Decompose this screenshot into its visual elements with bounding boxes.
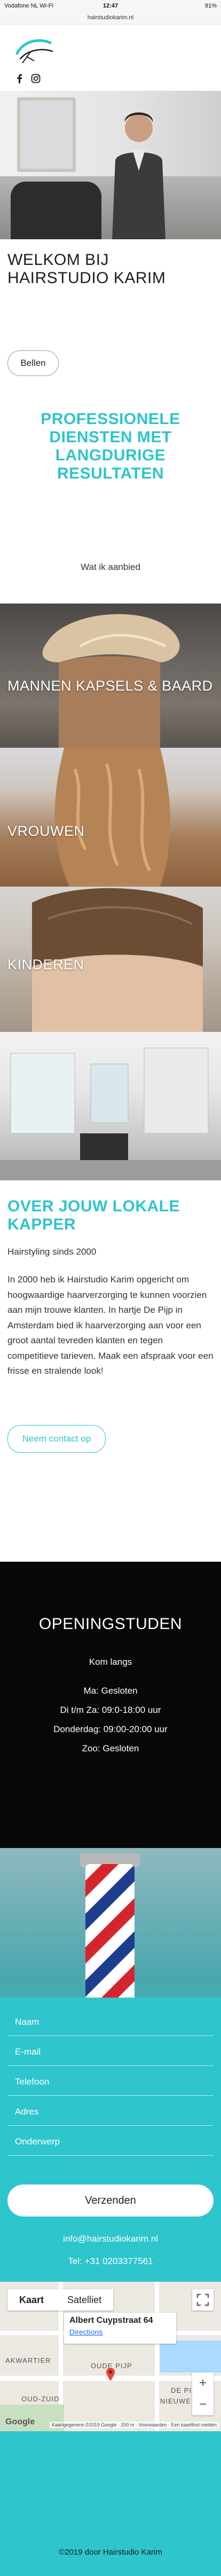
map-place-name: Albert Cuypstraat 64 <box>69 2316 153 2325</box>
map-road <box>155 2282 159 2431</box>
opening-hours-section: OPENINGSTUDEN Kom langs Ma: Gesloten Di … <box>0 1562 221 1848</box>
about-title: OVER JOUW LOKALE KAPPER <box>7 1197 180 1233</box>
hours-title: OPENINGSTUDEN <box>38 1615 183 1633</box>
welcome-title: WELKOM BIJ HAIRSTUDIO KARIM <box>7 251 166 287</box>
map-pin-icon[interactable] <box>106 2367 115 2381</box>
submit-button[interactable]: Verzenden <box>7 2184 214 2217</box>
hero-image <box>0 91 221 239</box>
battery-label: 81% <box>204 3 217 9</box>
hero-chair <box>11 182 101 239</box>
url-text: hairstudiokarim.nl <box>87 14 134 21</box>
women-hair-illustration <box>54 748 170 887</box>
map-label-oud-zuid: OUD-ZUID <box>21 2395 60 2403</box>
map-water <box>160 2340 221 2373</box>
map-label-akwartier: AKWARTIER <box>5 2356 51 2364</box>
phone-field-placeholder: Telefoon <box>15 2077 50 2087</box>
service-label-women: VROUWEN <box>7 823 85 839</box>
hours-line-sunday: Zoo: Gesloten <box>82 1743 139 1753</box>
footer-copyright: ©2019 door Hairstudio Karim <box>59 2548 162 2557</box>
zoom-out-icon[interactable]: − <box>192 2394 214 2415</box>
subject-field-placeholder: Onderwerp <box>15 2136 60 2147</box>
contact-email-link[interactable]: info@hairstudiokarim.nl <box>0 2234 221 2244</box>
name-field-placeholder: Naam <box>15 2017 40 2027</box>
service-label-kids: KINDEREN <box>7 957 84 973</box>
salon-interior-image <box>0 1032 221 1180</box>
map-zoom-controls: + − <box>192 2373 214 2415</box>
map-directions-link[interactable]: Directions <box>69 2328 171 2336</box>
service-tile-men[interactable]: MANNEN KAPSELS & BAARD <box>0 604 221 748</box>
google-logo: Google <box>5 2417 35 2426</box>
social-links <box>15 74 41 83</box>
map-place-card: Albert Cuypstraat 64 Directions <box>64 2313 176 2344</box>
site-header <box>0 25 221 91</box>
call-button[interactable]: Bellen <box>7 350 59 376</box>
services-heading: PROFESSIONELE DIENSTEN MET LANGDURIGE RE… <box>41 410 180 482</box>
contact-button[interactable]: Neem contact op <box>7 1425 106 1453</box>
map-type-tabs: Kaart Satelliet <box>7 2289 114 2311</box>
service-tile-kids[interactable]: KINDEREN <box>0 887 221 1032</box>
phone-field[interactable]: Telefoon <box>7 2068 214 2096</box>
subject-field[interactable]: Onderwerp <box>7 2128 214 2156</box>
men-haircut-illustration <box>42 614 180 748</box>
zoom-in-icon[interactable]: + <box>192 2373 214 2394</box>
facebook-icon[interactable] <box>15 74 25 83</box>
map-tab-map[interactable]: Kaart <box>7 2289 56 2311</box>
hours-line-thursday: Donderdag: 09:00-20:00 uur <box>53 1724 168 1734</box>
services-subheading: Wat ik aanbied <box>81 562 140 572</box>
hours-line-tue-sat: Di t/m Za: 09:0-18:00 uur <box>60 1705 161 1715</box>
time-label: 12:47 <box>102 3 119 9</box>
service-tile-women[interactable]: VROUWEN <box>0 748 221 887</box>
salon-interior-illustration <box>0 1047 221 1180</box>
contact-phone-link[interactable]: Tel: +31 0203377561 <box>0 2256 221 2267</box>
name-field[interactable]: Naam <box>7 2008 214 2036</box>
fullscreen-icon <box>196 2293 209 2306</box>
hours-line-monday: Ma: Gesloten <box>83 1686 138 1696</box>
hero-barber-figure <box>112 112 165 239</box>
about-since: Hairstyling sinds 2000 <box>7 1247 97 1257</box>
service-label-men: MANNEN KAPSELS & BAARD <box>7 678 213 694</box>
address-bar[interactable]: hairstudiokarim.nl <box>0 13 221 25</box>
status-bar: Vodafone NL Wi-Fi 12:47 81% <box>0 0 221 13</box>
address-field-placeholder: Adres <box>15 2107 39 2117</box>
instagram-icon[interactable] <box>31 74 41 83</box>
hero-mirror <box>17 97 76 172</box>
address-field[interactable]: Adres <box>7 2098 214 2126</box>
about-text: In 2000 heb ik Hairstudio Karim opgerich… <box>7 1274 214 1376</box>
email-field[interactable]: E-mail <box>7 2038 214 2066</box>
logo[interactable] <box>15 35 54 69</box>
map-tab-satellite[interactable]: Satelliet <box>56 2289 114 2311</box>
map-fullscreen-icon[interactable] <box>192 2289 214 2311</box>
site-footer: ©2019 door Hairstudio Karim <box>0 2431 221 2576</box>
location-map[interactable]: Kaart Satelliet Albert Cuypstraat 64 Dir… <box>0 2282 221 2431</box>
map-attribution[interactable]: Kaartgegevens ©2019 Google · 200 m · Voo… <box>50 2422 219 2428</box>
hours-visit: Kom langs <box>89 1657 132 1667</box>
email-field-placeholder: E-mail <box>15 2047 41 2057</box>
